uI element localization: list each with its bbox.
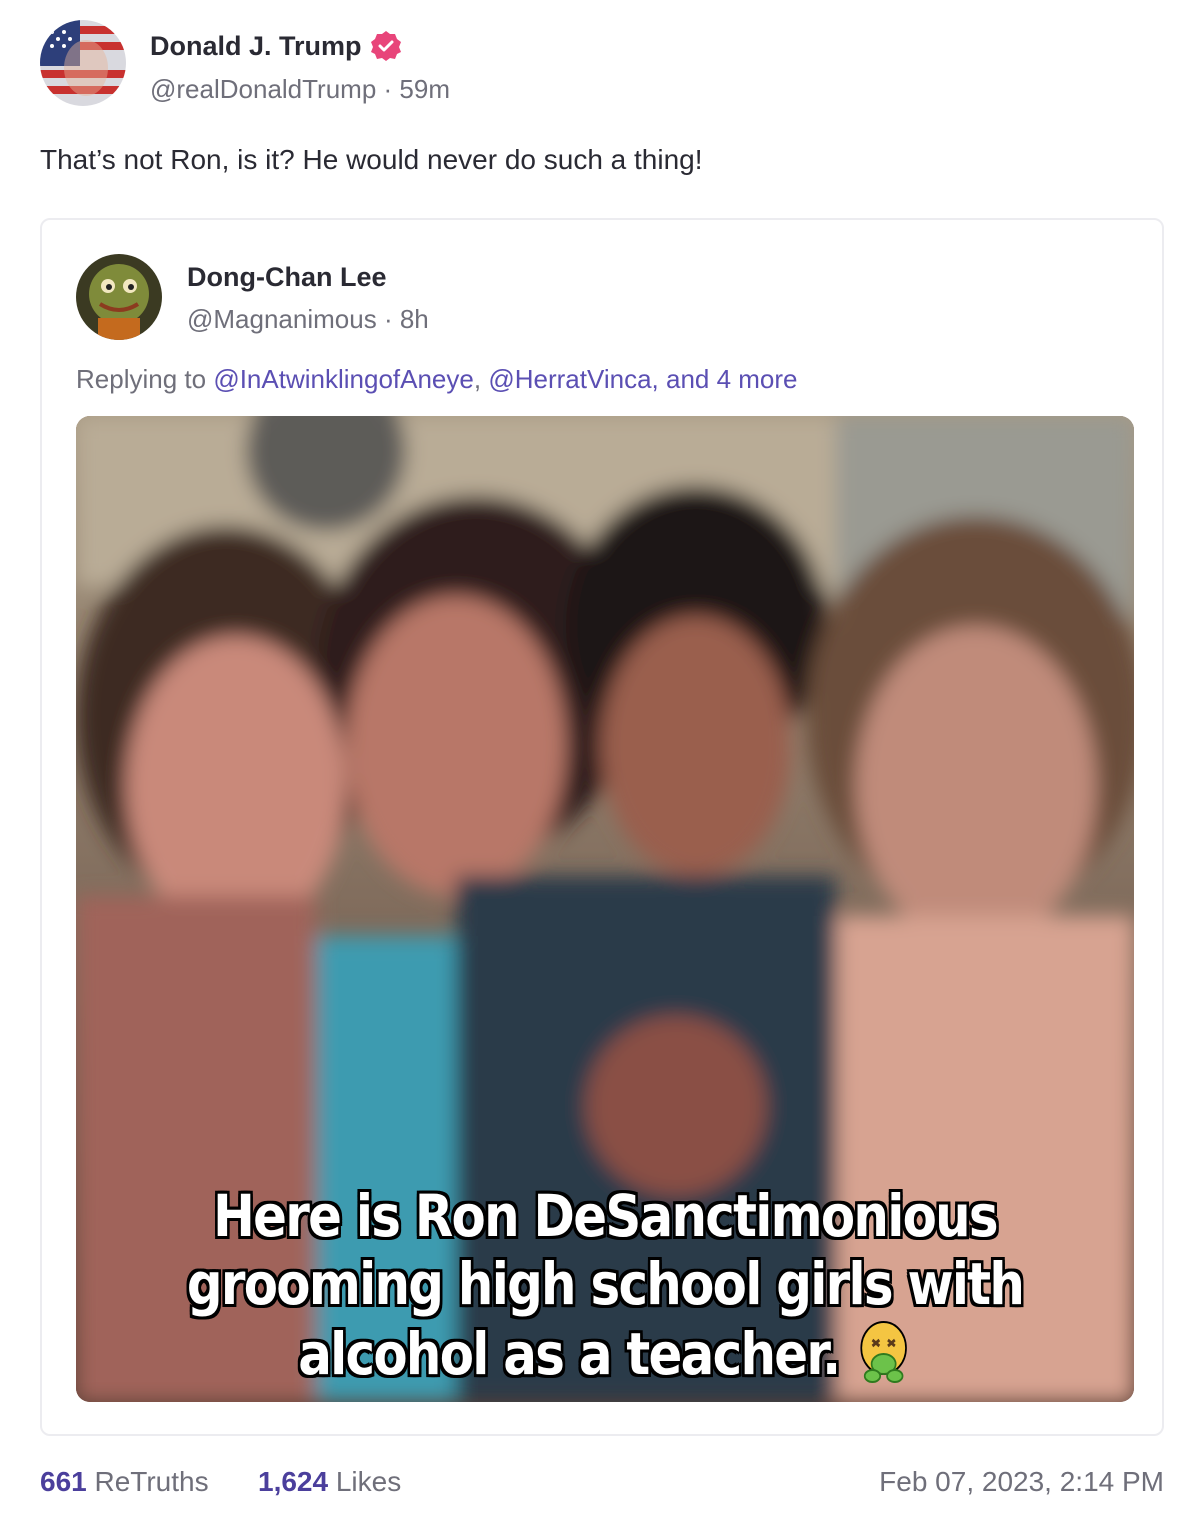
post-time[interactable]: 59m: [399, 74, 450, 104]
retruths-label: ReTruths: [94, 1466, 209, 1497]
likes-stat[interactable]: 1,624 Likes: [258, 1466, 401, 1498]
retruths-count: 661: [40, 1466, 87, 1497]
caption-line-2: grooming high school girls with: [186, 1250, 1025, 1318]
likes-label: Likes: [335, 1466, 402, 1497]
quoted-author-handle-line: @Magnanimous · 8h: [187, 304, 429, 335]
nauseated-face-icon: [860, 1321, 907, 1383]
quoted-author-handle[interactable]: @Magnanimous: [187, 304, 377, 334]
replying-to-label: Replying to: [76, 364, 207, 394]
reply-mention-2[interactable]: @HerratVinca: [488, 364, 651, 394]
reply-separator: ,: [473, 364, 482, 394]
quoted-author-name[interactable]: Dong-Chan Lee: [187, 262, 387, 293]
post-header: Donald J. Trump @realDonaldTrump · 59m: [40, 20, 1160, 110]
replying-to-line: Replying to @InAtwinklingofAneye, @Herra…: [76, 364, 798, 395]
verified-badge-icon: [370, 31, 401, 61]
caption-line-3-text: alcohol as a teacher.: [298, 1320, 841, 1388]
caption-line-1: Here is Ron DeSanctimonious: [213, 1182, 999, 1250]
quoted-post-image[interactable]: Here is Ron DeSanctimonious grooming hig…: [76, 416, 1134, 1402]
reply-mention-1[interactable]: @InAtwinklingofAneye: [213, 364, 474, 394]
dot-separator: ·: [383, 74, 400, 104]
post-footer: 661 ReTruths 1,624 Likes Feb 07, 2023, 2…: [40, 1466, 1164, 1506]
quoted-post-time[interactable]: 8h: [400, 304, 429, 334]
author-avatar[interactable]: [40, 20, 126, 106]
frog-avatar-icon: [76, 254, 162, 340]
dot-separator: ·: [383, 304, 400, 334]
author-name-text[interactable]: Donald J. Trump: [150, 31, 362, 62]
reply-more-link[interactable]: , and 4 more: [652, 364, 798, 394]
post-timestamp[interactable]: Feb 07, 2023, 2:14 PM: [879, 1466, 1164, 1498]
post-text: That’s not Ron, is it? He would never do…: [40, 144, 703, 175]
author-handle-line: @realDonaldTrump · 59m: [150, 74, 450, 105]
caption-line-3: alcohol as a teacher.: [150, 1318, 1060, 1388]
retruths-stat[interactable]: 661 ReTruths: [40, 1466, 209, 1498]
likes-count: 1,624: [258, 1466, 329, 1497]
author-name[interactable]: Donald J. Trump: [150, 30, 402, 62]
image-caption: Here is Ron DeSanctimonious grooming hig…: [150, 1182, 1060, 1388]
quoted-author-avatar[interactable]: [76, 254, 162, 340]
flag-avatar-icon: [40, 20, 126, 106]
quoted-post-card[interactable]: Dong-Chan Lee @Magnanimous · 8h Replying…: [40, 218, 1164, 1436]
author-handle[interactable]: @realDonaldTrump: [150, 74, 376, 104]
